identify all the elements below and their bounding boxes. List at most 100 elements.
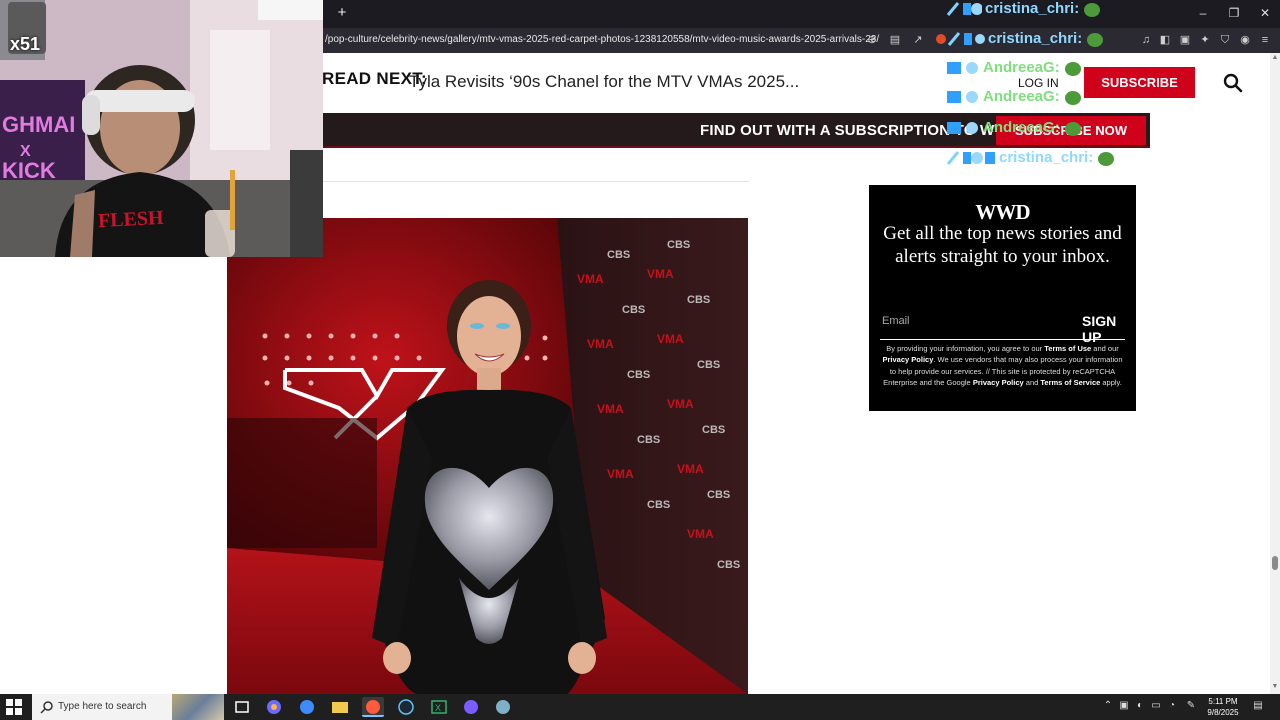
newsletter-legal-text: By providing your information, you agree… [882, 344, 1123, 388]
shield-icon[interactable]: ⛉ [1218, 33, 1232, 47]
chat-username: cristina_chri: [999, 149, 1094, 166]
extensions-icon[interactable]: ✦ [1198, 33, 1212, 47]
app-icon[interactable] [492, 697, 514, 717]
svg-text:X: X [435, 703, 441, 713]
scroll-up-arrow[interactable]: ▲ [1271, 54, 1279, 62]
sidebar-icon[interactable]: ◧ [1158, 33, 1172, 47]
webcam-overlay: GHMAI X KICK FLESH x51 [0, 0, 323, 257]
tray-chevron-icon[interactable]: ⌃ [1102, 700, 1114, 712]
chat-message: AndreeaG: [946, 59, 1082, 76]
svg-text:VMA: VMA [657, 332, 684, 346]
chat-badges [946, 1, 982, 17]
pepe-emote-icon [1083, 1, 1101, 17]
divider [322, 181, 749, 182]
windows-start-icon[interactable] [6, 699, 22, 715]
music-icon[interactable]: ♫ [1139, 33, 1153, 47]
svg-text:CBS: CBS [627, 369, 650, 381]
chat-username: AndreeaG: [983, 119, 1060, 136]
volume-icon[interactable]: ◔ [1166, 700, 1178, 712]
newsletter-headline: Get all the top news stories and alerts … [883, 223, 1122, 267]
tray-app-icon[interactable]: ▣ [1118, 700, 1130, 712]
clock-time[interactable]: 5:11 PM [1206, 697, 1240, 706]
gallery-photo[interactable]: CBS CBS CBS CBS CBS CBS CBS CBS CBS CBS CBS VMA V… [227, 218, 748, 694]
clock-date[interactable]: 9/8/2025 [1206, 708, 1240, 717]
menu-icon[interactable]: ≡ [1258, 33, 1272, 47]
scroll-down-arrow[interactable]: ▼ [1271, 683, 1279, 691]
svg-text:CBS: CBS [697, 359, 720, 371]
taskbar-search-placeholder[interactable]: Type here to search [58, 701, 146, 712]
pen-icon[interactable]: ✎ [1185, 700, 1197, 712]
restore-button[interactable]: ❐ [1220, 5, 1248, 21]
svg-text:CBS: CBS [622, 304, 645, 316]
screenshot-icon[interactable]: ▣ [1178, 33, 1192, 47]
svg-text:VMA: VMA [587, 337, 614, 351]
newsletter-signup: WWD Get all the top news stories and ale… [869, 185, 1136, 411]
subscribe-button[interactable]: SUBSCRIBE [1084, 67, 1195, 98]
scrollbar-thumb[interactable] [1272, 556, 1278, 570]
url-text[interactable]: /pop-culture/celebrity-news/gallery/mtv-… [325, 34, 879, 45]
excel-icon[interactable]: X [428, 697, 450, 717]
terms-of-use-link[interactable]: Terms of Use [1044, 344, 1091, 353]
speaker-icon[interactable]: ◐ [1134, 700, 1146, 712]
stream-counter: x51 [10, 34, 41, 54]
minimize-button[interactable]: – [1189, 5, 1217, 21]
copilot-icon[interactable] [263, 697, 285, 717]
svg-text:VMA: VMA [647, 267, 674, 281]
taskbar-search-box[interactable]: Type here to search [32, 694, 224, 720]
svg-text:CBS: CBS [707, 489, 730, 501]
chat-username: AndreeaG: [983, 88, 1060, 105]
chat-message: cristina_chri: [935, 30, 1104, 47]
new-tab-button[interactable]: + [334, 4, 350, 22]
privacy-policy-link[interactable]: Privacy Policy [883, 355, 934, 364]
notifications-icon[interactable]: ▤ [1252, 700, 1264, 712]
svg-text:VMA: VMA [677, 462, 704, 476]
email-field[interactable]: Email [882, 315, 910, 327]
svg-text:CBS: CBS [647, 499, 670, 511]
share-icon[interactable]: ↗ [911, 33, 925, 47]
steam-icon[interactable] [395, 697, 417, 717]
sign-up-button[interactable]: SIGN UP [1082, 313, 1136, 345]
terms-of-service-link[interactable]: Terms of Service [1040, 378, 1100, 387]
svg-text:CBS: CBS [607, 249, 630, 261]
svg-text:CBS: CBS [702, 424, 725, 436]
chat-message: AndreeaG: [946, 88, 1082, 105]
search-icon[interactable] [1222, 72, 1244, 94]
chat-username: cristina_chri: [985, 0, 1080, 17]
pepe-emote-icon [1064, 89, 1082, 105]
svg-text:VMA: VMA [667, 397, 694, 411]
chat-message: AndreeaG: [946, 119, 1082, 136]
copilot-app-icon[interactable] [296, 697, 318, 717]
scrollbar[interactable] [1270, 53, 1280, 694]
chat-badges [946, 120, 980, 136]
read-next-link[interactable]: Tyla Revisits ‘90s Chanel for the MTV VM… [409, 72, 799, 92]
svg-text:CBS: CBS [637, 434, 660, 446]
zoom-icon[interactable]: ⊕ [865, 33, 879, 47]
chat-username: cristina_chri: [988, 30, 1083, 47]
pepe-emote-icon [1064, 60, 1082, 76]
chat-username: AndreeaG: [983, 59, 1060, 76]
google-privacy-link[interactable]: Privacy Policy [973, 378, 1024, 387]
svg-text:VMA: VMA [597, 402, 624, 416]
svg-text:VMA: VMA [607, 467, 634, 481]
discord-icon[interactable] [460, 697, 482, 717]
svg-text:CBS: CBS [717, 559, 740, 571]
screen: + – ❐ ✕ /pop-culture/celebrity-news/gall… [0, 0, 1280, 720]
email-underline [880, 339, 1125, 340]
chat-message: cristina_chri: [946, 0, 1101, 17]
chat-badges [935, 31, 985, 47]
close-button[interactable]: ✕ [1251, 5, 1279, 21]
svg-text:CBS: CBS [667, 239, 690, 251]
file-explorer-icon[interactable] [329, 697, 351, 717]
search-icon [40, 700, 54, 714]
task-view-icon[interactable] [231, 697, 253, 717]
reader-view-icon[interactable]: ▤ [888, 33, 902, 47]
pepe-emote-icon [1064, 120, 1082, 136]
svg-text:CBS: CBS [687, 294, 710, 306]
svg-text:KICK: KICK [2, 158, 56, 183]
chat-badges [946, 60, 980, 76]
network-icon[interactable]: ▭ [1150, 700, 1162, 712]
svg-text:VMA: VMA [577, 272, 604, 286]
addon-icon[interactable]: ◉ [1238, 33, 1252, 47]
browser-taskbar-icon[interactable] [362, 697, 384, 717]
pepe-emote-icon [1097, 150, 1115, 166]
